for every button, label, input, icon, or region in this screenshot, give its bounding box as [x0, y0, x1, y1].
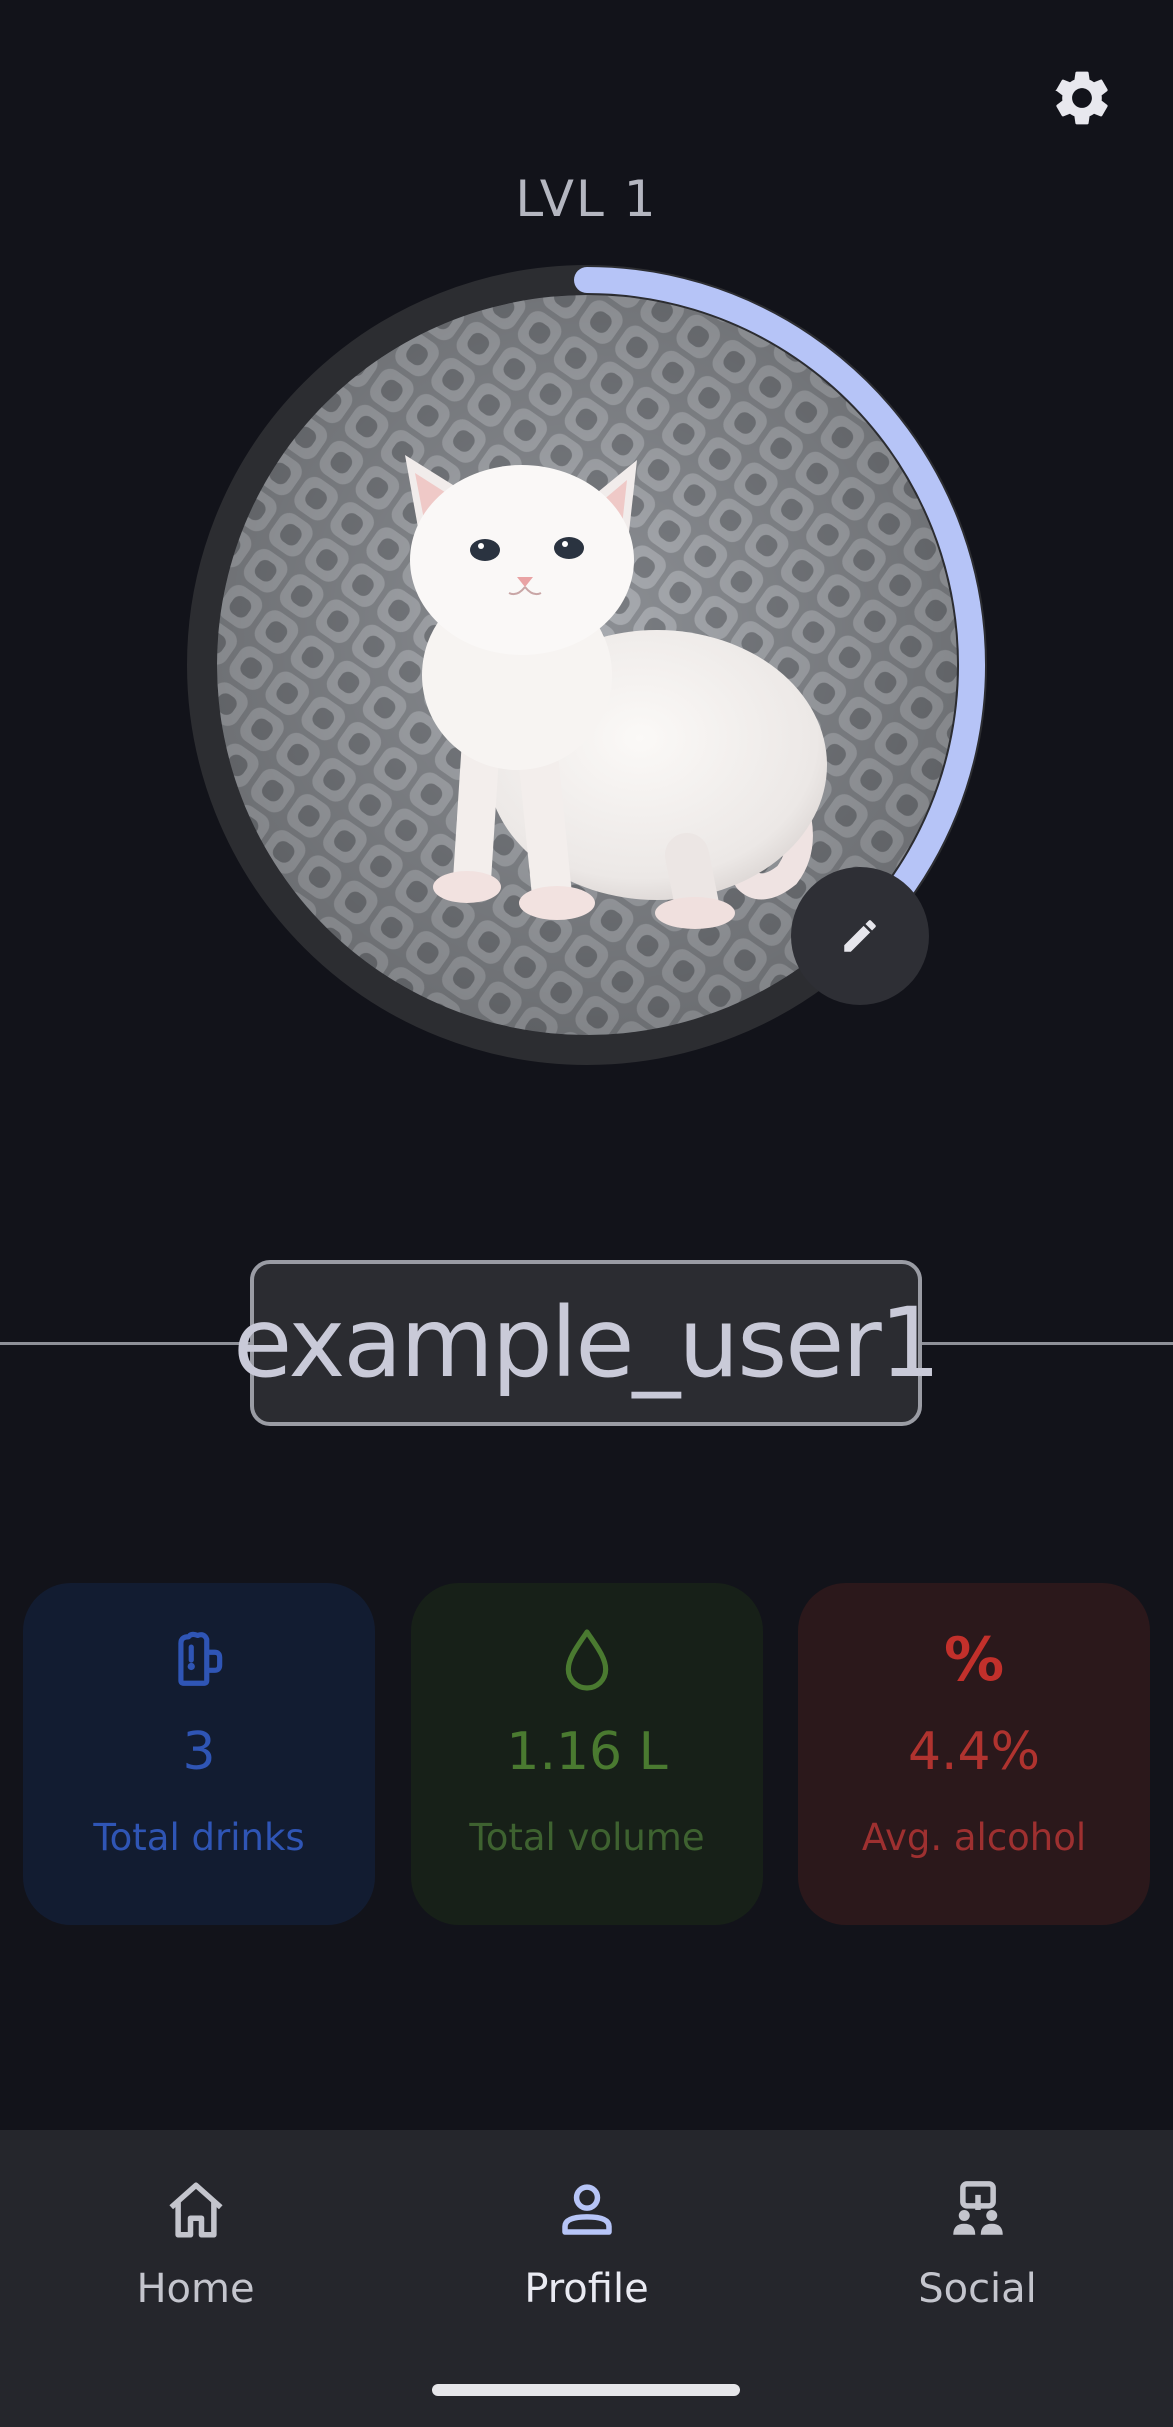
stat-card-avg-alcohol: % 4.4% Avg. alcohol — [798, 1583, 1150, 1925]
total-drinks-label: Total drinks — [93, 1816, 305, 1859]
gear-icon — [1055, 71, 1108, 125]
nav-item-profile[interactable]: Profile — [391, 2130, 782, 2350]
stat-card-total-drinks: 3 Total drinks — [23, 1583, 375, 1925]
total-drinks-value: 3 — [182, 1722, 216, 1782]
social-network-icon — [945, 2174, 1011, 2246]
beer-mug-icon — [168, 1620, 230, 1700]
nav-label-profile: Profile — [524, 2266, 649, 2312]
percent-icon: % — [944, 1620, 1004, 1700]
water-drop-icon — [559, 1620, 615, 1700]
total-volume-value: 1.16 L — [506, 1722, 668, 1782]
divider-left — [0, 1342, 252, 1345]
nav-label-home: Home — [136, 2266, 255, 2312]
home-icon — [163, 2174, 229, 2246]
total-volume-label: Total volume — [469, 1816, 705, 1859]
nav-item-social[interactable]: Social — [782, 2130, 1173, 2350]
avg-alcohol-value: 4.4% — [907, 1722, 1041, 1782]
person-icon — [554, 2174, 620, 2246]
home-indicator[interactable] — [432, 2384, 740, 2396]
divider-right — [922, 1342, 1173, 1345]
edit-avatar-button[interactable] — [791, 867, 929, 1005]
level-label: LVL 1 — [515, 170, 658, 228]
username-field[interactable]: example_user1 — [233, 1260, 941, 1426]
nav-label-social: Social — [918, 2266, 1037, 2312]
pencil-icon — [844, 920, 876, 952]
nav-item-home[interactable]: Home — [0, 2130, 391, 2350]
stat-card-total-volume: 1.16 L Total volume — [411, 1583, 763, 1925]
avg-alcohol-label: Avg. alcohol — [861, 1816, 1087, 1859]
percent-glyph: % — [943, 1625, 1005, 1695]
settings-button[interactable] — [1042, 58, 1122, 138]
bottom-navigation: Home Profile Social — [0, 2130, 1173, 2427]
profile-screen: LVL 1 example_user1 3 Total drinks 1.16 … — [0, 0, 1173, 2427]
username-text: example_user1 — [233, 1287, 941, 1399]
